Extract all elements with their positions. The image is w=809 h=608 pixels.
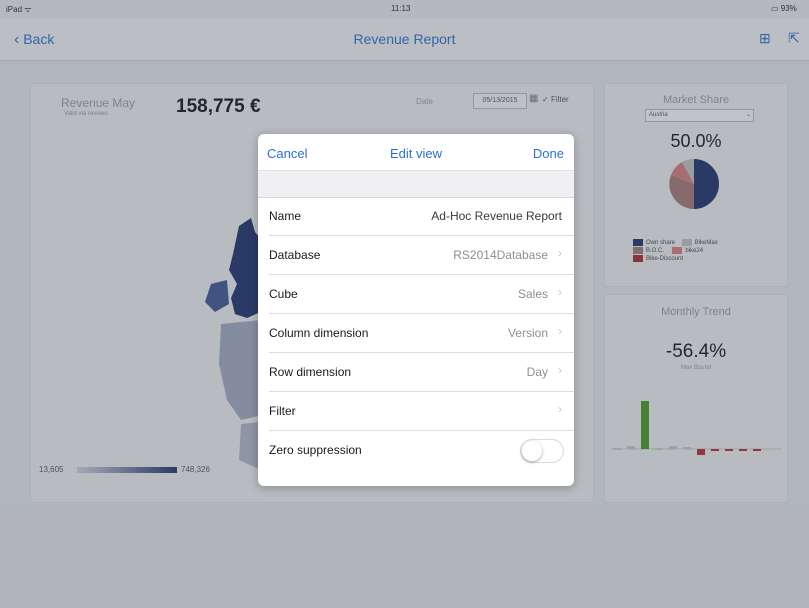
cube-value: Sales — [517, 287, 548, 301]
database-value: RS2014Database — [453, 248, 548, 262]
done-button[interactable]: Done — [533, 146, 564, 161]
database-row[interactable]: Database RS2014Database › — [269, 236, 574, 275]
chevron-right-icon: › — [558, 402, 562, 416]
name-label: Name — [269, 209, 302, 223]
column-dimension-label: Column dimension — [269, 326, 369, 340]
edit-view-dialog: Cancel Edit view Done Name Ad-Hoc Revenu… — [258, 134, 574, 486]
zero-suppression-toggle[interactable] — [520, 439, 564, 463]
chevron-right-icon: › — [558, 324, 562, 338]
cube-label: Cube — [269, 287, 298, 301]
section-separator — [258, 170, 574, 198]
dialog-header: Cancel Edit view Done — [258, 134, 574, 170]
column-dimension-value: Version — [507, 326, 548, 340]
filter-label: Filter — [269, 404, 296, 418]
row-dimension-value: Day — [526, 365, 548, 379]
dialog-title: Edit view — [389, 146, 443, 161]
name-row[interactable]: Name Ad-Hoc Revenue Report — [269, 197, 574, 236]
database-label: Database — [269, 248, 321, 262]
filter-row[interactable]: Filter › — [269, 392, 574, 431]
chevron-right-icon: › — [558, 246, 562, 260]
name-value[interactable]: Ad-Hoc Revenue Report — [431, 209, 562, 223]
chevron-right-icon: › — [558, 363, 562, 377]
row-dimension-row[interactable]: Row dimension Day › — [269, 353, 574, 392]
row-dimension-label: Row dimension — [269, 365, 352, 379]
zero-suppression-row: Zero suppression — [269, 431, 574, 469]
toggle-knob — [522, 441, 542, 461]
column-dimension-row[interactable]: Column dimension Version › — [269, 314, 574, 353]
chevron-right-icon: › — [558, 285, 562, 299]
zero-suppression-label: Zero suppression — [269, 443, 362, 457]
settings-list: Name Ad-Hoc Revenue Report Database RS20… — [258, 197, 574, 469]
cube-row[interactable]: Cube Sales › — [269, 275, 574, 314]
